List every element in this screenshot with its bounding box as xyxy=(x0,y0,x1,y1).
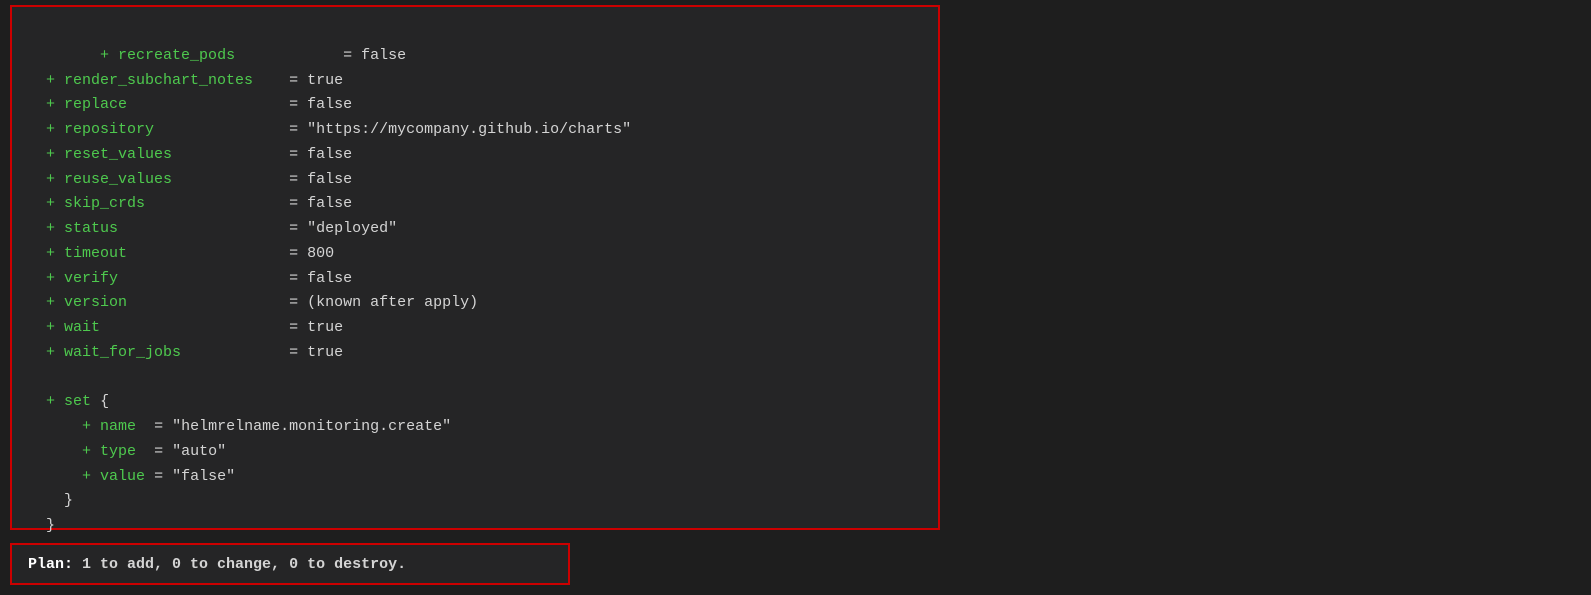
key-reuse-values: reuse_values xyxy=(64,171,172,188)
plus-sign: + xyxy=(28,220,55,237)
value-verify: false xyxy=(307,270,352,287)
plus-sign: + xyxy=(82,468,91,485)
close-brace-inner: } xyxy=(64,492,73,509)
plus-sign: + xyxy=(28,344,55,361)
code-content: + recreate_pods = false + render_subchar… xyxy=(28,19,922,564)
equals: = xyxy=(280,220,307,237)
equals: = xyxy=(280,270,307,287)
plus-sign: + xyxy=(28,171,55,188)
equals: = xyxy=(280,171,307,188)
equals: = xyxy=(280,121,307,138)
value-reuse-values: false xyxy=(307,171,352,188)
key-status: status xyxy=(64,220,118,237)
key-render-subchart: render_subchart_notes xyxy=(64,72,253,89)
plus-sign: + xyxy=(28,393,55,410)
value-replace: false xyxy=(307,96,352,113)
value-skip-crds: false xyxy=(307,195,352,212)
key-type: type xyxy=(100,443,136,460)
value-wait: true xyxy=(307,319,343,336)
plan-block: Plan: 1 to add, 0 to change, 0 to destro… xyxy=(10,543,570,585)
main-container: + recreate_pods = false + render_subchar… xyxy=(0,0,1591,595)
key-wait: wait xyxy=(64,319,100,336)
value-version: (known after apply) xyxy=(307,294,478,311)
plus-sign: + xyxy=(28,195,55,212)
equals: = xyxy=(154,418,172,435)
close-brace-outer: } xyxy=(46,517,55,534)
equals: = xyxy=(280,195,307,212)
value-reset-values: false xyxy=(307,146,352,163)
equals: = xyxy=(334,47,361,64)
value-name: "helmrelname.monitoring.create" xyxy=(172,418,451,435)
plus-sign: + xyxy=(28,146,55,163)
key-reset-values: reset_values xyxy=(64,146,172,163)
plus-sign: + xyxy=(28,245,55,262)
key-value: value xyxy=(100,468,145,485)
plan-content: 1 to add, 0 to change, 0 to destroy. xyxy=(82,556,406,573)
plus-sign: + xyxy=(82,47,109,64)
key-verify: verify xyxy=(64,270,118,287)
equals: = xyxy=(280,294,307,311)
value-repository: "https://mycompany.github.io/charts" xyxy=(307,121,631,138)
key-name: name xyxy=(100,418,136,435)
key-recreate-pods: recreate_pods xyxy=(118,47,235,64)
plan-label: Plan: xyxy=(28,556,73,573)
value-value: "false" xyxy=(172,468,235,485)
equals: = xyxy=(154,468,172,485)
key-timeout: timeout xyxy=(64,245,127,262)
plus-sign: + xyxy=(28,270,55,287)
value-render-subchart: true xyxy=(307,72,343,89)
equals: = xyxy=(280,96,307,113)
plus-sign: + xyxy=(28,121,55,138)
equals: = xyxy=(280,146,307,163)
code-block: + recreate_pods = false + render_subchar… xyxy=(10,5,940,530)
equals: = xyxy=(154,443,172,460)
key-skip-crds: skip_crds xyxy=(64,195,145,212)
open-brace: { xyxy=(100,393,109,410)
equals: = xyxy=(280,344,307,361)
value-recreate-pods: false xyxy=(361,47,406,64)
plan-text: Plan: 1 to add, 0 to change, 0 to destro… xyxy=(28,556,406,573)
value-status: "deployed" xyxy=(307,220,397,237)
key-set: set xyxy=(64,393,91,410)
equals: = xyxy=(280,319,307,336)
plus-sign: + xyxy=(28,96,55,113)
value-wait-for-jobs: true xyxy=(307,344,343,361)
equals: = xyxy=(280,245,307,262)
value-timeout: 800 xyxy=(307,245,334,262)
equals: = xyxy=(280,72,307,89)
key-repository: repository xyxy=(64,121,154,138)
key-version: version xyxy=(64,294,127,311)
key-replace: replace xyxy=(64,96,127,113)
key-wait-for-jobs: wait_for_jobs xyxy=(64,344,181,361)
plus-sign: + xyxy=(82,418,91,435)
plus-sign: + xyxy=(28,294,55,311)
value-type: "auto" xyxy=(172,443,226,460)
plus-sign: + xyxy=(28,319,55,336)
plus-sign: + xyxy=(28,72,55,89)
plus-sign: + xyxy=(82,443,91,460)
